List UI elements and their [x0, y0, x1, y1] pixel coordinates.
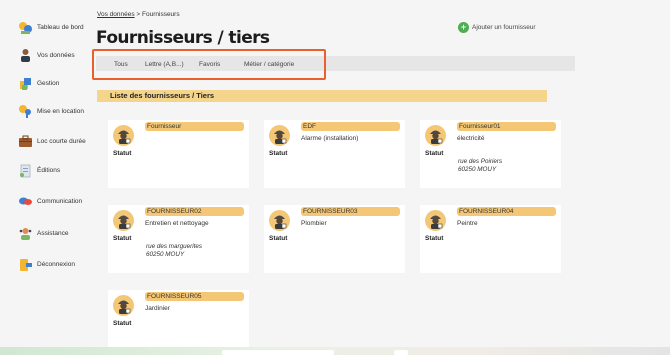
supplier-category: Plombier	[301, 220, 327, 227]
sidebar-item-label: Vos données	[37, 51, 75, 59]
worker-avatar-icon	[113, 295, 134, 316]
tab-tous[interactable]: Tous	[114, 61, 128, 68]
status-label: Statut	[425, 235, 444, 242]
plus-icon: +	[458, 21, 469, 33]
supplier-name: Fournisseur01	[457, 122, 556, 131]
supplier-name: FOURNISSEUR04	[457, 207, 556, 216]
sidebar-item-loc-courte-duree[interactable]: Loc courte durée	[18, 132, 86, 150]
page-title: Fournisseurs / tiers	[96, 28, 270, 48]
bottom-strip	[0, 347, 670, 355]
add-supplier-label: Ajouter un fournisseur	[472, 23, 536, 31]
sidebar: Tableau de bord Vos données Gestion Mise…	[0, 0, 92, 355]
supplier-name: EDF	[301, 122, 400, 131]
tab-lettre[interactable]: Lettre (A,B...)	[145, 61, 184, 68]
supplier-card[interactable]: FOURNISSEUR03 Plombier Statut	[264, 205, 405, 273]
status-label: Statut	[113, 235, 132, 242]
chat-icon	[18, 194, 33, 209]
supplier-category: électricité	[457, 135, 485, 142]
sidebar-item-tableau-de-bord[interactable]: Tableau de bord	[18, 18, 84, 36]
breadcrumb-separator: >	[136, 11, 141, 18]
bottom-bar-segment	[222, 350, 334, 355]
sidebar-item-editions[interactable]: Éditions	[18, 161, 60, 179]
supplier-category: Jardinier	[145, 305, 170, 312]
status-label: Statut	[113, 150, 132, 157]
supplier-card[interactable]: Fournisseur01 électricité Statut rue des…	[420, 120, 561, 188]
worker-avatar-icon	[269, 125, 290, 146]
sidebar-item-vos-donnees[interactable]: Vos données	[18, 46, 75, 64]
tab-metier-categorie[interactable]: Métier / catégorie	[244, 61, 294, 68]
support-icon	[18, 226, 33, 241]
supplier-card[interactable]: EDF Alarme (installation) Statut	[264, 120, 405, 188]
status-label: Statut	[269, 235, 288, 242]
sidebar-item-label: Assistance	[37, 229, 69, 237]
status-label: Statut	[269, 150, 288, 157]
status-label: Statut	[425, 150, 444, 157]
address-line-2: 60250 MOUY	[146, 251, 185, 258]
worker-avatar-icon	[113, 125, 134, 146]
supplier-card[interactable]: FOURNISSEUR05 Jardinier Statut	[108, 290, 249, 347]
sidebar-item-label: Gestion	[37, 79, 60, 87]
section-title: Liste des fournisseurs / Tiers	[110, 91, 215, 100]
section-header: Liste des fournisseurs / Tiers	[97, 90, 547, 102]
sidebar-item-label: Éditions	[37, 166, 61, 174]
suitcase-icon	[18, 134, 33, 149]
worker-avatar-icon	[425, 125, 446, 146]
supplier-address: rue des Poiriers 60250 MOUY	[458, 158, 502, 174]
supplier-name: FOURNISSEUR03	[301, 207, 400, 216]
sidebar-item-label: Communication	[37, 197, 83, 205]
sidebar-item-label: Déconnexion	[37, 260, 75, 268]
worker-avatar-icon	[269, 210, 290, 231]
sidebar-item-communication[interactable]: Communication	[18, 192, 82, 210]
rental-key-icon	[18, 104, 33, 119]
supplier-card[interactable]: Fournisseur Statut	[108, 120, 249, 188]
status-label: Statut	[113, 320, 132, 327]
supplier-category: Peintre	[457, 220, 478, 227]
supplier-name: FOURNISSEUR02	[145, 207, 244, 216]
sidebar-item-label: Tableau de bord	[37, 23, 84, 31]
address-line-2: 60250 MOUY	[458, 166, 497, 173]
supplier-name: Fournisseur	[145, 122, 244, 131]
bottom-bar-segment	[394, 350, 408, 355]
address-line-1: rue des marguerites	[146, 243, 202, 250]
supplier-category: Alarme (installation)	[301, 135, 359, 142]
supplier-address: rue des marguerites 60250 MOUY	[146, 243, 202, 259]
supplier-card[interactable]: FOURNISSEUR02 Entretien et nettoyage Sta…	[108, 205, 249, 273]
management-icon	[18, 76, 33, 91]
supplier-category: Entretien et nettoyage	[145, 220, 209, 227]
breadcrumb-link-vos-donnees[interactable]: Vos données	[97, 11, 135, 18]
sidebar-item-label: Mise en location	[37, 107, 84, 115]
sidebar-item-gestion[interactable]: Gestion	[18, 74, 59, 92]
document-icon	[18, 163, 33, 178]
user-data-icon	[18, 48, 33, 63]
sidebar-item-assistance[interactable]: Assistance	[18, 224, 68, 242]
tab-favoris[interactable]: Favoris	[199, 61, 220, 68]
sidebar-item-mise-en-location[interactable]: Mise en location	[18, 102, 84, 120]
address-line-1: rue des Poiriers	[458, 158, 503, 165]
worker-avatar-icon	[425, 210, 446, 231]
breadcrumb: Vos données > Fournisseurs	[97, 11, 180, 18]
worker-avatar-icon	[113, 210, 134, 231]
supplier-card[interactable]: FOURNISSEUR04 Peintre Statut	[420, 205, 561, 273]
sidebar-item-deconnexion[interactable]: Déconnexion	[18, 255, 75, 273]
logout-icon	[18, 257, 33, 272]
add-supplier-button[interactable]: + Ajouter un fournisseur	[458, 21, 536, 33]
sidebar-item-label: Loc courte durée	[37, 137, 86, 145]
breadcrumb-current: Fournisseurs	[142, 11, 180, 18]
dashboard-icon	[18, 20, 33, 35]
supplier-name: FOURNISSEUR05	[145, 292, 244, 301]
